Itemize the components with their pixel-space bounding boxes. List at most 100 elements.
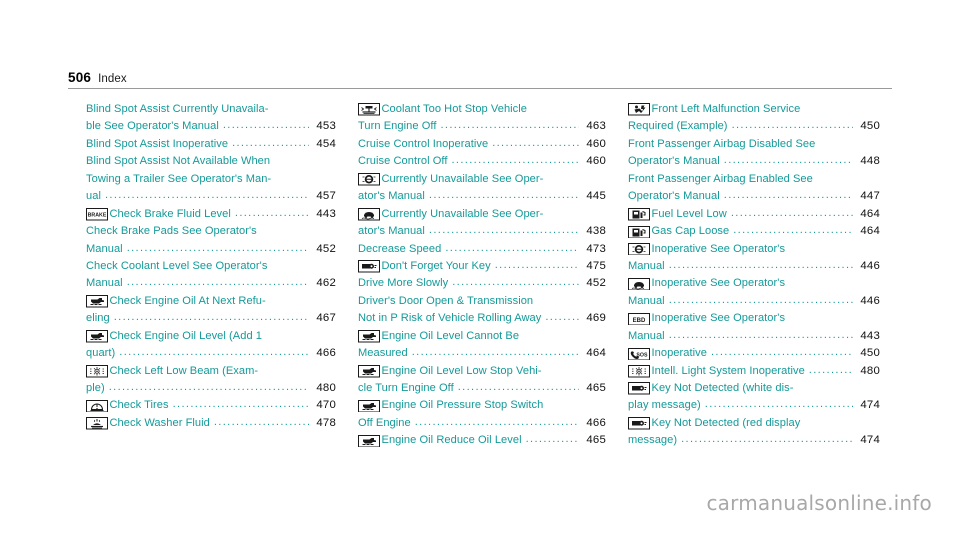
page-reference[interactable]: 438 [582, 223, 606, 240]
car-key-icon [628, 417, 650, 430]
index-entry-text: Manual [628, 294, 665, 307]
page-reference[interactable]: 465 [582, 380, 606, 397]
dot-leader: ........................................… [545, 311, 579, 324]
index-entry[interactable]: EBD Inoperative See Operator's Manual.....… [628, 310, 880, 345]
page-reference[interactable]: 453 [312, 118, 336, 135]
index-entry[interactable]: Cruise Control Inoperative..............… [358, 136, 606, 153]
page-reference[interactable]: 443 [856, 328, 880, 345]
page-reference[interactable]: 474 [856, 397, 880, 414]
index-entry-text: Gas Cap Loose [651, 225, 730, 238]
page-reference[interactable]: 475 [582, 258, 606, 275]
index-entry[interactable]: Engine Oil Pressure Stop Switch Off Engin… [358, 397, 606, 432]
index-entry[interactable]: SOS Inoperative..........................… [628, 345, 880, 362]
index-entry[interactable]: Drive More Slowly.......................… [358, 275, 606, 292]
index-entry[interactable]: Don't Forget Your Key...................… [358, 258, 606, 275]
index-entry[interactable]: Front Left Malfunction Service Required (… [628, 101, 880, 136]
page-reference[interactable]: 478 [312, 415, 336, 432]
index-entry[interactable]: Check Engine Oil Level (Add 1 quart).....… [86, 328, 336, 363]
index-entry-line: message)................................… [628, 432, 880, 449]
index-entry-line: Blind Spot Assist Inoperative...........… [86, 136, 336, 153]
index-entry[interactable]: Check Engine Oil At Next Refu-eling.....… [86, 293, 336, 328]
index-entry[interactable]: Engine Oil Level Cannot Be Measured......… [358, 328, 606, 363]
index-entry-text: quart) [86, 347, 116, 360]
page-reference[interactable]: 450 [856, 118, 880, 135]
page-reference[interactable]: 473 [582, 241, 606, 258]
page-reference[interactable]: 469 [582, 310, 606, 327]
page-reference[interactable]: 457 [312, 188, 336, 205]
page-reference[interactable]: 467 [312, 310, 336, 327]
page-reference[interactable]: 452 [312, 241, 336, 258]
esp-skid-car-icon [358, 208, 380, 221]
index-entry[interactable]: Gas Cap Loose...........................… [628, 223, 880, 240]
index-entry[interactable]: Driver's Door Open & Transmission Not in … [358, 293, 606, 328]
page-reference[interactable]: 447 [856, 188, 880, 205]
dot-leader: ........................................… [126, 241, 309, 254]
index-entry[interactable]: BRAKE Check Brake Fluid Level............… [86, 206, 336, 223]
index-entry[interactable]: Blind Spot Assist Not Available When Towi… [86, 153, 336, 205]
index-entry-text: Inoperative See Operator's [651, 242, 786, 255]
page-reference[interactable]: 466 [312, 345, 336, 362]
index-entry-text: Check Brake Pads See Operator's [86, 225, 257, 238]
page-reference[interactable]: 445 [582, 188, 606, 205]
index-entry[interactable]: Coolant Too Hot Stop Vehicle Turn Engine … [358, 101, 606, 136]
index-entry[interactable]: Check Coolant Level See Operator's Manual… [86, 258, 336, 293]
index-entry[interactable]: Engine Oil Reduce Oil Level.............… [358, 432, 606, 449]
index-entry[interactable]: Front Passenger Airbag Enabled See Operat… [628, 171, 880, 206]
index-entry[interactable]: Currently Unavailable See Oper-ator's Ma… [358, 171, 606, 206]
index-entry[interactable]: Cruise Control Off......................… [358, 153, 606, 170]
index-entry-text: Currently Unavailable See Oper- [381, 172, 544, 185]
page-reference[interactable]: 460 [582, 153, 606, 170]
index-entry-text: Front Passenger Airbag Disabled See [628, 137, 816, 150]
page-reference[interactable]: 464 [856, 223, 880, 240]
page-reference[interactable]: 443 [312, 206, 336, 223]
page-reference[interactable]: 480 [856, 363, 880, 380]
index-entry-line: Currently Unavailable See Oper- [358, 171, 606, 188]
index-entry[interactable]: Check Washer Fluid......................… [86, 415, 336, 432]
index-entry[interactable]: Check Brake Pads See Operator's Manual...… [86, 223, 336, 258]
page-reference[interactable]: 452 [582, 275, 606, 292]
page-reference[interactable]: 470 [312, 397, 336, 414]
index-entry-line: Currently Unavailable See Oper- [358, 206, 606, 223]
index-entry-line: ator's Manual...........................… [358, 188, 606, 205]
index-entry-text: Decrease Speed [358, 242, 442, 255]
index-entry[interactable]: Key Not Detected (white dis-play message… [628, 380, 880, 415]
index-entry[interactable]: Blind Spot Assist Inoperative...........… [86, 136, 336, 153]
page-reference[interactable]: 446 [856, 258, 880, 275]
index-entry[interactable]: Key Not Detected (red display message)...… [628, 415, 880, 450]
page-reference[interactable]: 465 [582, 432, 606, 449]
index-entry-line: Off Engine..............................… [358, 415, 606, 432]
index-entry-text: Inoperative [651, 347, 707, 360]
page-reference[interactable]: 466 [582, 415, 606, 432]
dot-leader: ........................................… [234, 206, 309, 219]
index-entry[interactable]: Inoperative See Operator's Manual........… [628, 241, 880, 276]
index-entry[interactable]: Front Passenger Airbag Disabled See Opera… [628, 136, 880, 171]
index-entry[interactable]: Intell. Light System Inoperative........… [628, 363, 880, 380]
page-reference[interactable]: 450 [856, 345, 880, 362]
page-reference[interactable]: 462 [312, 275, 336, 292]
index-entry[interactable]: Currently Unavailable See Oper-ator's Ma… [358, 206, 606, 241]
page-reference[interactable]: 474 [856, 432, 880, 449]
car-key-icon [628, 382, 650, 395]
index-entry-line: Front Passenger Airbag Enabled See [628, 171, 880, 188]
index-entry[interactable]: Blind Spot Assist Currently Unavaila-ble… [86, 101, 336, 136]
dot-leader: ........................................… [730, 206, 853, 219]
page-reference[interactable]: 448 [856, 153, 880, 170]
index-entry[interactable]: Fuel Level Low..........................… [628, 206, 880, 223]
index-entry[interactable]: Check Tires.............................… [86, 397, 336, 414]
page-reference[interactable]: 446 [856, 293, 880, 310]
index-entry-line: Manual..................................… [628, 328, 880, 345]
index-entry[interactable]: Check Left Low Beam (Exam-ple)..........… [86, 363, 336, 398]
page-reference[interactable]: 464 [582, 345, 606, 362]
index-entry-line: Intell. Light System Inoperative........… [628, 363, 880, 380]
index-entry[interactable]: Decrease Speed..........................… [358, 241, 606, 258]
page-reference[interactable]: 480 [312, 380, 336, 397]
page-reference[interactable]: 463 [582, 118, 606, 135]
index-entry[interactable]: Inoperative See Operator's Manual........… [628, 275, 880, 310]
page-reference[interactable]: 464 [856, 206, 880, 223]
page-reference[interactable]: 454 [312, 136, 336, 153]
dot-leader: ........................................… [457, 381, 579, 393]
page-reference[interactable]: 460 [582, 136, 606, 153]
index-entry-text: Towing a Trailer See Operator's Man- [86, 172, 272, 185]
index-entry[interactable]: Engine Oil Level Low Stop Vehi-cle Turn … [358, 363, 606, 398]
brake-warning-icon: BRAKE [86, 208, 108, 221]
